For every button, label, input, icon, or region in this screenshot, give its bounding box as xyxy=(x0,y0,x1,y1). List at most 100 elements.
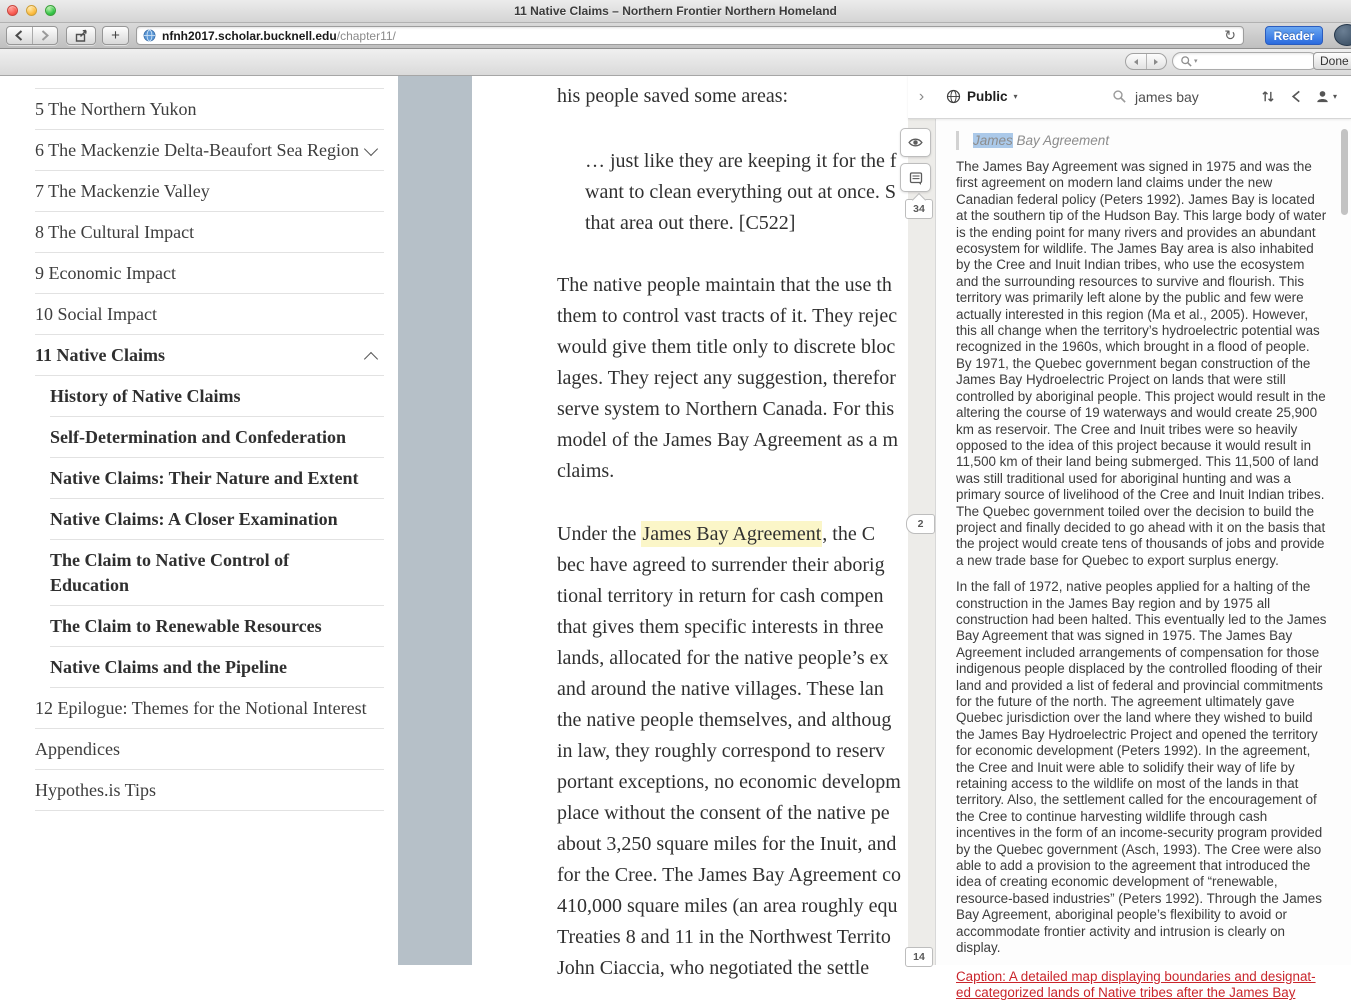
group-selector[interactable]: Public ▾ xyxy=(946,75,1018,118)
history-nav-buttons xyxy=(6,26,58,45)
body-text: , the C xyxy=(822,523,875,545)
annotation-search[interactable]: james bay xyxy=(1112,75,1199,118)
search-icon xyxy=(1112,89,1127,104)
person-icon xyxy=(1315,89,1330,104)
account-caret-icon: ▾ xyxy=(1333,92,1337,101)
collapse-sidebar-button[interactable]: › xyxy=(908,75,935,118)
account-menu[interactable]: ▾ xyxy=(1315,89,1337,104)
nav-item-label: 5 The Northern Yukon xyxy=(35,99,196,119)
reader-button[interactable]: Reader xyxy=(1265,26,1323,45)
hypothesis-bucket-bar xyxy=(908,119,935,965)
nav-item-label: History of Native Claims xyxy=(50,386,240,406)
nav-item-label: 6 The Mackenzie Delta-Beaufort Sea Regio… xyxy=(35,140,359,160)
nav-item-label: Native Claims: Their Nature and Extent xyxy=(50,468,359,488)
share-icon xyxy=(74,29,89,43)
quote-text: Bay Agreement xyxy=(1013,133,1109,148)
nav-item-label: Native Claims: A Closer Examination xyxy=(50,509,338,529)
url-field[interactable]: nfnh2017.scholar.bucknell.edu/chapter11/… xyxy=(136,26,1244,45)
sort-icon[interactable] xyxy=(1260,89,1276,104)
nav-item-label: 10 Social Impact xyxy=(35,304,157,324)
share-page-icon[interactable] xyxy=(1289,89,1302,104)
forward-button[interactable] xyxy=(33,27,58,44)
nav-item-label: The Claim to Native Control of Education xyxy=(50,550,289,595)
annotation-highlight[interactable]: James Bay Agreement xyxy=(641,521,822,547)
nav-item-label: Self-Determination and Confederation xyxy=(50,427,346,447)
hypothesis-header: › Public ▾ james bay ▾ xyxy=(908,75,1351,119)
eye-icon xyxy=(907,134,924,151)
nav-item[interactable]: History of Native Claims xyxy=(0,376,398,417)
search-query[interactable]: james bay xyxy=(1135,89,1199,105)
hypothesis-sidebar: James Bay Agreement The James Bay Agreem… xyxy=(935,119,1351,965)
toolbar-corner-icon[interactable] xyxy=(1334,24,1351,46)
nav-item-label: 11 Native Claims xyxy=(35,345,165,365)
nav-item-label: 8 The Cultural Impact xyxy=(35,222,194,242)
page-background-strip xyxy=(398,75,472,965)
nav-item-label: Native Claims and the Pipeline xyxy=(50,657,287,677)
toggle-highlights-button[interactable] xyxy=(900,128,931,157)
chapter-nav: 4 The Northern Environment5 The Northern… xyxy=(0,48,398,965)
back-arrow-icon xyxy=(14,30,24,41)
browser-toolbar: + nfnh2017.scholar.bucknell.edu/chapter1… xyxy=(0,23,1351,49)
annotation-body: The James Bay Agreement was signed in 19… xyxy=(956,159,1327,957)
window-title: 11 Native Claims – Northern Frontier Nor… xyxy=(0,0,1351,22)
sidebar-scrollbar-thumb[interactable] xyxy=(1341,129,1348,215)
plus-icon: + xyxy=(111,27,120,44)
find-next-button[interactable] xyxy=(1147,54,1167,69)
search-icon xyxy=(1180,55,1193,68)
nav-item[interactable]: Self-Determination and Confederation xyxy=(0,417,398,458)
reload-icon[interactable]: ↻ xyxy=(1224,27,1236,44)
nav-item[interactable]: Appendices xyxy=(0,729,398,770)
nav-item[interactable]: 10 Social Impact xyxy=(0,294,398,335)
nav-item[interactable]: 12 Epilogue: Themes for the Notional Int… xyxy=(0,688,398,729)
find-previous-button[interactable] xyxy=(1126,54,1147,69)
globe-icon xyxy=(946,89,961,104)
annotation-note-icon xyxy=(908,170,924,186)
nav-item-label: Hypothes.is Tips xyxy=(35,780,156,800)
chevron-up-icon[interactable] xyxy=(364,352,378,366)
find-done-button[interactable]: Done xyxy=(1313,52,1351,70)
share-button[interactable] xyxy=(66,26,96,45)
find-search-field[interactable]: ▾ xyxy=(1172,52,1318,70)
previous-arrow-icon xyxy=(1132,58,1140,66)
url-path: /chapter11/ xyxy=(337,29,396,43)
nav-item[interactable]: 5 The Northern Yukon xyxy=(0,89,398,130)
back-button[interactable] xyxy=(7,27,33,44)
find-bar: ▾ Done xyxy=(0,49,1351,76)
nav-item-label: 9 Economic Impact xyxy=(35,263,176,283)
annotations-below-badge[interactable]: 14 xyxy=(905,947,933,967)
nav-item-label: The Claim to Renewable Resources xyxy=(50,616,322,636)
annotation-quote[interactable]: James Bay Agreement xyxy=(956,131,1327,150)
annotations-above-badge[interactable]: 34 xyxy=(905,199,933,219)
nav-item[interactable]: The Claim to Renewable Resources xyxy=(0,606,398,647)
nav-item[interactable]: 6 The Mackenzie Delta-Beaufort Sea Regio… xyxy=(0,130,398,171)
next-arrow-icon xyxy=(1152,58,1160,66)
nav-item[interactable]: The Claim to Native Control of Education xyxy=(0,540,398,606)
chevron-down-icon[interactable] xyxy=(364,142,378,156)
nav-item[interactable]: 11 Native Claims xyxy=(0,335,398,376)
nav-item[interactable]: Native Claims: A Closer Examination xyxy=(0,499,398,540)
search-field-caret-icon: ▾ xyxy=(1194,57,1198,65)
nav-item[interactable]: 9 Economic Impact xyxy=(0,253,398,294)
nav-item-label: Appendices xyxy=(35,739,120,759)
nav-item[interactable]: Native Claims: Their Nature and Extent xyxy=(0,458,398,499)
annotation-paragraph: In the fall of 1972, native peoples appl… xyxy=(956,579,1327,956)
url-host: nfnh2017.scholar.bucknell.edu xyxy=(162,29,337,43)
caption-line: Caption: A detailed map displaying bound… xyxy=(956,969,1327,986)
new-tab-button[interactable]: + xyxy=(102,26,129,45)
annotations-here-badge[interactable]: 2 xyxy=(906,514,935,534)
site-favicon-globe-icon xyxy=(143,29,156,42)
search-match-text: James xyxy=(973,133,1013,148)
window-titlebar: 11 Native Claims – Northern Frontier Nor… xyxy=(0,0,1351,23)
nav-item[interactable]: Native Claims and the Pipeline xyxy=(0,647,398,688)
nav-item[interactable]: 7 The Mackenzie Valley xyxy=(0,171,398,212)
new-annotation-button[interactable] xyxy=(900,163,931,192)
nav-item-label: 7 The Mackenzie Valley xyxy=(35,181,210,201)
nav-item[interactable]: Hypothes.is Tips xyxy=(0,770,398,811)
find-prev-next xyxy=(1125,53,1167,70)
body-text: Under the xyxy=(557,523,641,545)
caption-link[interactable]: Caption: A detailed map displaying bound… xyxy=(956,969,1327,1002)
annotation-paragraph: The James Bay Agreement was signed in 19… xyxy=(956,159,1327,569)
nav-item[interactable]: 8 The Cultural Impact xyxy=(0,212,398,253)
nav-item-label: 12 Epilogue: Themes for the Notional Int… xyxy=(35,698,367,718)
group-caret-icon: ▾ xyxy=(1014,92,1018,101)
